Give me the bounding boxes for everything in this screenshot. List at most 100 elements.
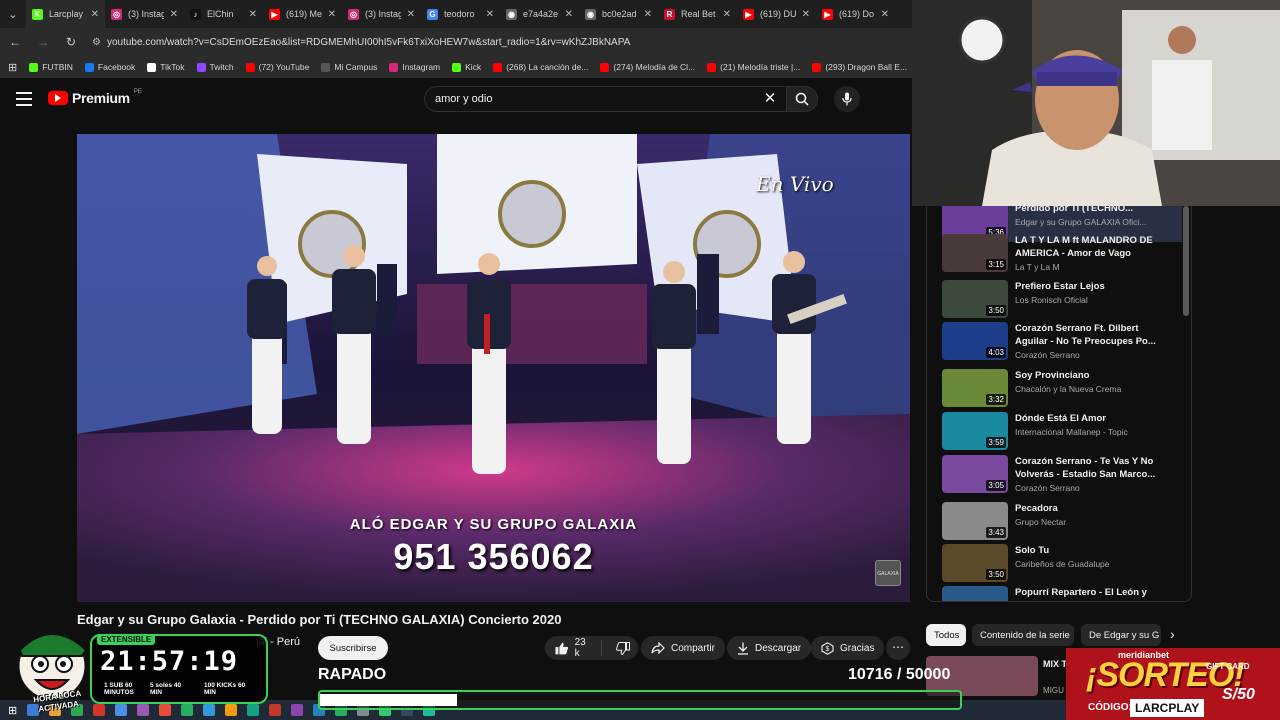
playlist-scrollbar[interactable] (1183, 206, 1189, 316)
playlist-item[interactable]: 3:50 Solo Tu Caribeños de Guadalupe (942, 544, 1182, 584)
browser-tab[interactable]: ▶ (619) DU ✕ (737, 0, 816, 28)
sponsor-code-label: CÓDIGO: (1088, 702, 1132, 713)
close-tab-icon[interactable]: ✕ (881, 9, 889, 20)
chip-channel[interactable]: De Edgar y su G (1081, 624, 1161, 646)
gift-card-label: GIFT CARD (1206, 662, 1250, 671)
browser-tab[interactable]: R Real Bet ✕ (658, 0, 737, 28)
search-input[interactable]: amor y odio (424, 86, 786, 112)
browser-tab[interactable]: ◉ bc0e2ad ✕ (579, 0, 658, 28)
playlist-item[interactable]: Popurrí Repartero - El León y (942, 586, 1182, 601)
browser-tab[interactable]: ◉ e7a4a2e ✕ (500, 0, 579, 28)
browser-tab[interactable]: ▶ (619) Do ✕ (816, 0, 895, 28)
search-button[interactable] (786, 86, 818, 112)
share-button[interactable]: Compartir (641, 636, 725, 660)
dislike-button[interactable] (608, 641, 638, 655)
menu-icon[interactable] (16, 92, 32, 106)
playlist-channel: Internacional Mallanep - Topic (1015, 427, 1128, 437)
playlist-item[interactable]: 3:50 Prefiero Estar Lejos Los Ronisch Ofic… (942, 280, 1182, 320)
taskbar-app-icon[interactable] (159, 704, 172, 716)
taskbar-app-icon[interactable] (115, 704, 128, 716)
youtube-premium-logo[interactable]: Premium PE (48, 89, 142, 106)
playlist-item[interactable]: 3:05 Corazón Serrano - Te Vas Y No Volver… (942, 455, 1182, 495)
close-tab-icon[interactable]: ✕ (170, 9, 178, 20)
voice-search-button[interactable] (834, 86, 860, 112)
playlist-item[interactable]: 3:32 Soy Provinciano Chacalón y la Nueva C… (942, 369, 1182, 409)
bookmark-favicon-icon (812, 62, 822, 72)
playlist-item[interactable]: 3:59 Dónde Está El Amor Internacional Mall… (942, 412, 1182, 452)
reload-icon[interactable]: ↻ (64, 35, 78, 49)
subathon-timer: 21:57:19 (100, 646, 239, 677)
browser-tab[interactable]: Gteodoro ✕ (421, 0, 500, 28)
url-field[interactable]: ⚙ youtube.com/watch?v=CsDEmOEzEao&list=R… (92, 31, 912, 53)
bookmark-item[interactable]: (274) Melodía de Cl... (600, 62, 695, 72)
tab-label: bc0e2ad (602, 9, 637, 19)
playlist-item[interactable]: 3:15 LA T Y LA M ft MALANDRO DE AMERICA -… (942, 234, 1182, 274)
bookmark-item[interactable]: Instagram (389, 62, 440, 72)
video-title: Edgar y su Grupo Galaxia - Perdido por T… (77, 612, 562, 627)
chip-series-content[interactable]: Contenido de la serie (972, 624, 1074, 646)
subscribe-button[interactable]: Suscribirse (318, 636, 388, 660)
thanks-button[interactable]: $ Gracias (811, 636, 885, 660)
browser-tab[interactable]: K Larcplay ✕ (26, 0, 105, 28)
back-icon[interactable]: ← (8, 35, 22, 49)
close-tab-icon[interactable]: ✕ (486, 9, 494, 20)
svg-text:$: $ (826, 646, 830, 653)
tab-label: (3) Instag (365, 9, 401, 19)
taskbar-app-icon[interactable] (137, 704, 150, 716)
browser-tab[interactable]: ◎ (3) Instag ✕ (105, 0, 184, 28)
timer-info-soles: 5 soles 40 MIN (150, 682, 182, 696)
close-tab-icon[interactable]: ✕ (249, 9, 257, 20)
taskbar-app-icon[interactable] (247, 704, 260, 716)
clear-search-icon[interactable]: ✕ (760, 88, 780, 110)
bookmark-favicon-icon (245, 62, 255, 72)
bookmark-item[interactable]: (268) La canción de... (493, 62, 588, 72)
playlist-title: Corazón Serrano - Te Vas Y No Volverás -… (1015, 456, 1156, 480)
bookmark-item[interactable]: FUTBIN (29, 62, 73, 72)
close-tab-icon[interactable]: ✕ (723, 9, 731, 20)
thanks-label: Gracias (840, 642, 875, 654)
chevron-right-icon[interactable]: › (1170, 626, 1175, 642)
tab-label: (619) Me (286, 9, 322, 19)
sponsor-code: LARCPLAY (1130, 699, 1205, 717)
bookmark-item[interactable]: TikTok (147, 62, 185, 72)
close-tab-icon[interactable]: ✕ (407, 9, 415, 20)
playlist-channel: Corazón Serrano (1015, 350, 1080, 360)
playlist-item[interactable]: 4:03 Corazón Serrano Ft. Dilbert Aguilar … (942, 322, 1182, 362)
bookmark-item[interactable]: (72) YouTube (245, 62, 309, 72)
taskbar-app-icon[interactable] (181, 704, 194, 716)
site-info-icon[interactable]: ⚙ (92, 37, 101, 48)
close-tab-icon[interactable]: ✕ (91, 9, 99, 20)
bookmark-item[interactable]: Facebook (84, 62, 135, 72)
bookmark-label: FUTBIN (42, 62, 73, 72)
playlist-item[interactable]: 3:43 Pecadora Grupo Nectar (942, 502, 1182, 542)
playlist-channel: Corazón Serrano (1015, 483, 1080, 493)
bookmark-item[interactable]: (21) Melodía triste |... (707, 62, 800, 72)
close-tab-icon[interactable]: ✕ (565, 9, 573, 20)
tab-search-icon[interactable]: ⌄ (0, 0, 26, 28)
microphone-icon (842, 92, 852, 106)
taskbar-app-icon[interactable] (291, 704, 304, 716)
bookmark-item[interactable]: Mi Campus (321, 62, 377, 72)
taskbar-app-icon[interactable] (225, 704, 238, 716)
bookmark-item[interactable]: Twitch (196, 62, 234, 72)
more-actions-button[interactable]: ⋯ (886, 636, 910, 660)
taskbar-app-icon[interactable] (203, 704, 216, 716)
taskbar-app-icon[interactable] (269, 704, 282, 716)
share-icon (651, 642, 665, 654)
chip-todos[interactable]: Todos (926, 624, 966, 646)
playlist-thumbnail: 3:50 (942, 280, 1008, 318)
close-tab-icon[interactable]: ✕ (328, 9, 336, 20)
apps-grid-icon[interactable]: ⊞ (8, 61, 17, 74)
browser-tab[interactable]: ◎ (3) Instag ✕ (342, 0, 421, 28)
tab-label: teodoro (444, 9, 475, 19)
browser-tab[interactable]: ♪ ElChin ✕ (184, 0, 263, 28)
playlist-channel: Chacalón y la Nueva Crema (1015, 384, 1122, 394)
close-tab-icon[interactable]: ✕ (644, 9, 652, 20)
browser-tab[interactable]: ▶ (619) Me ✕ (263, 0, 342, 28)
close-tab-icon[interactable]: ✕ (802, 9, 810, 20)
bookmark-item[interactable]: Kick (452, 62, 481, 72)
like-button[interactable]: 23 k (545, 637, 602, 659)
bookmark-item[interactable]: (293) Dragon Ball E... (812, 62, 907, 72)
download-button[interactable]: Descargar (727, 636, 812, 660)
forward-icon[interactable]: → (36, 35, 50, 49)
